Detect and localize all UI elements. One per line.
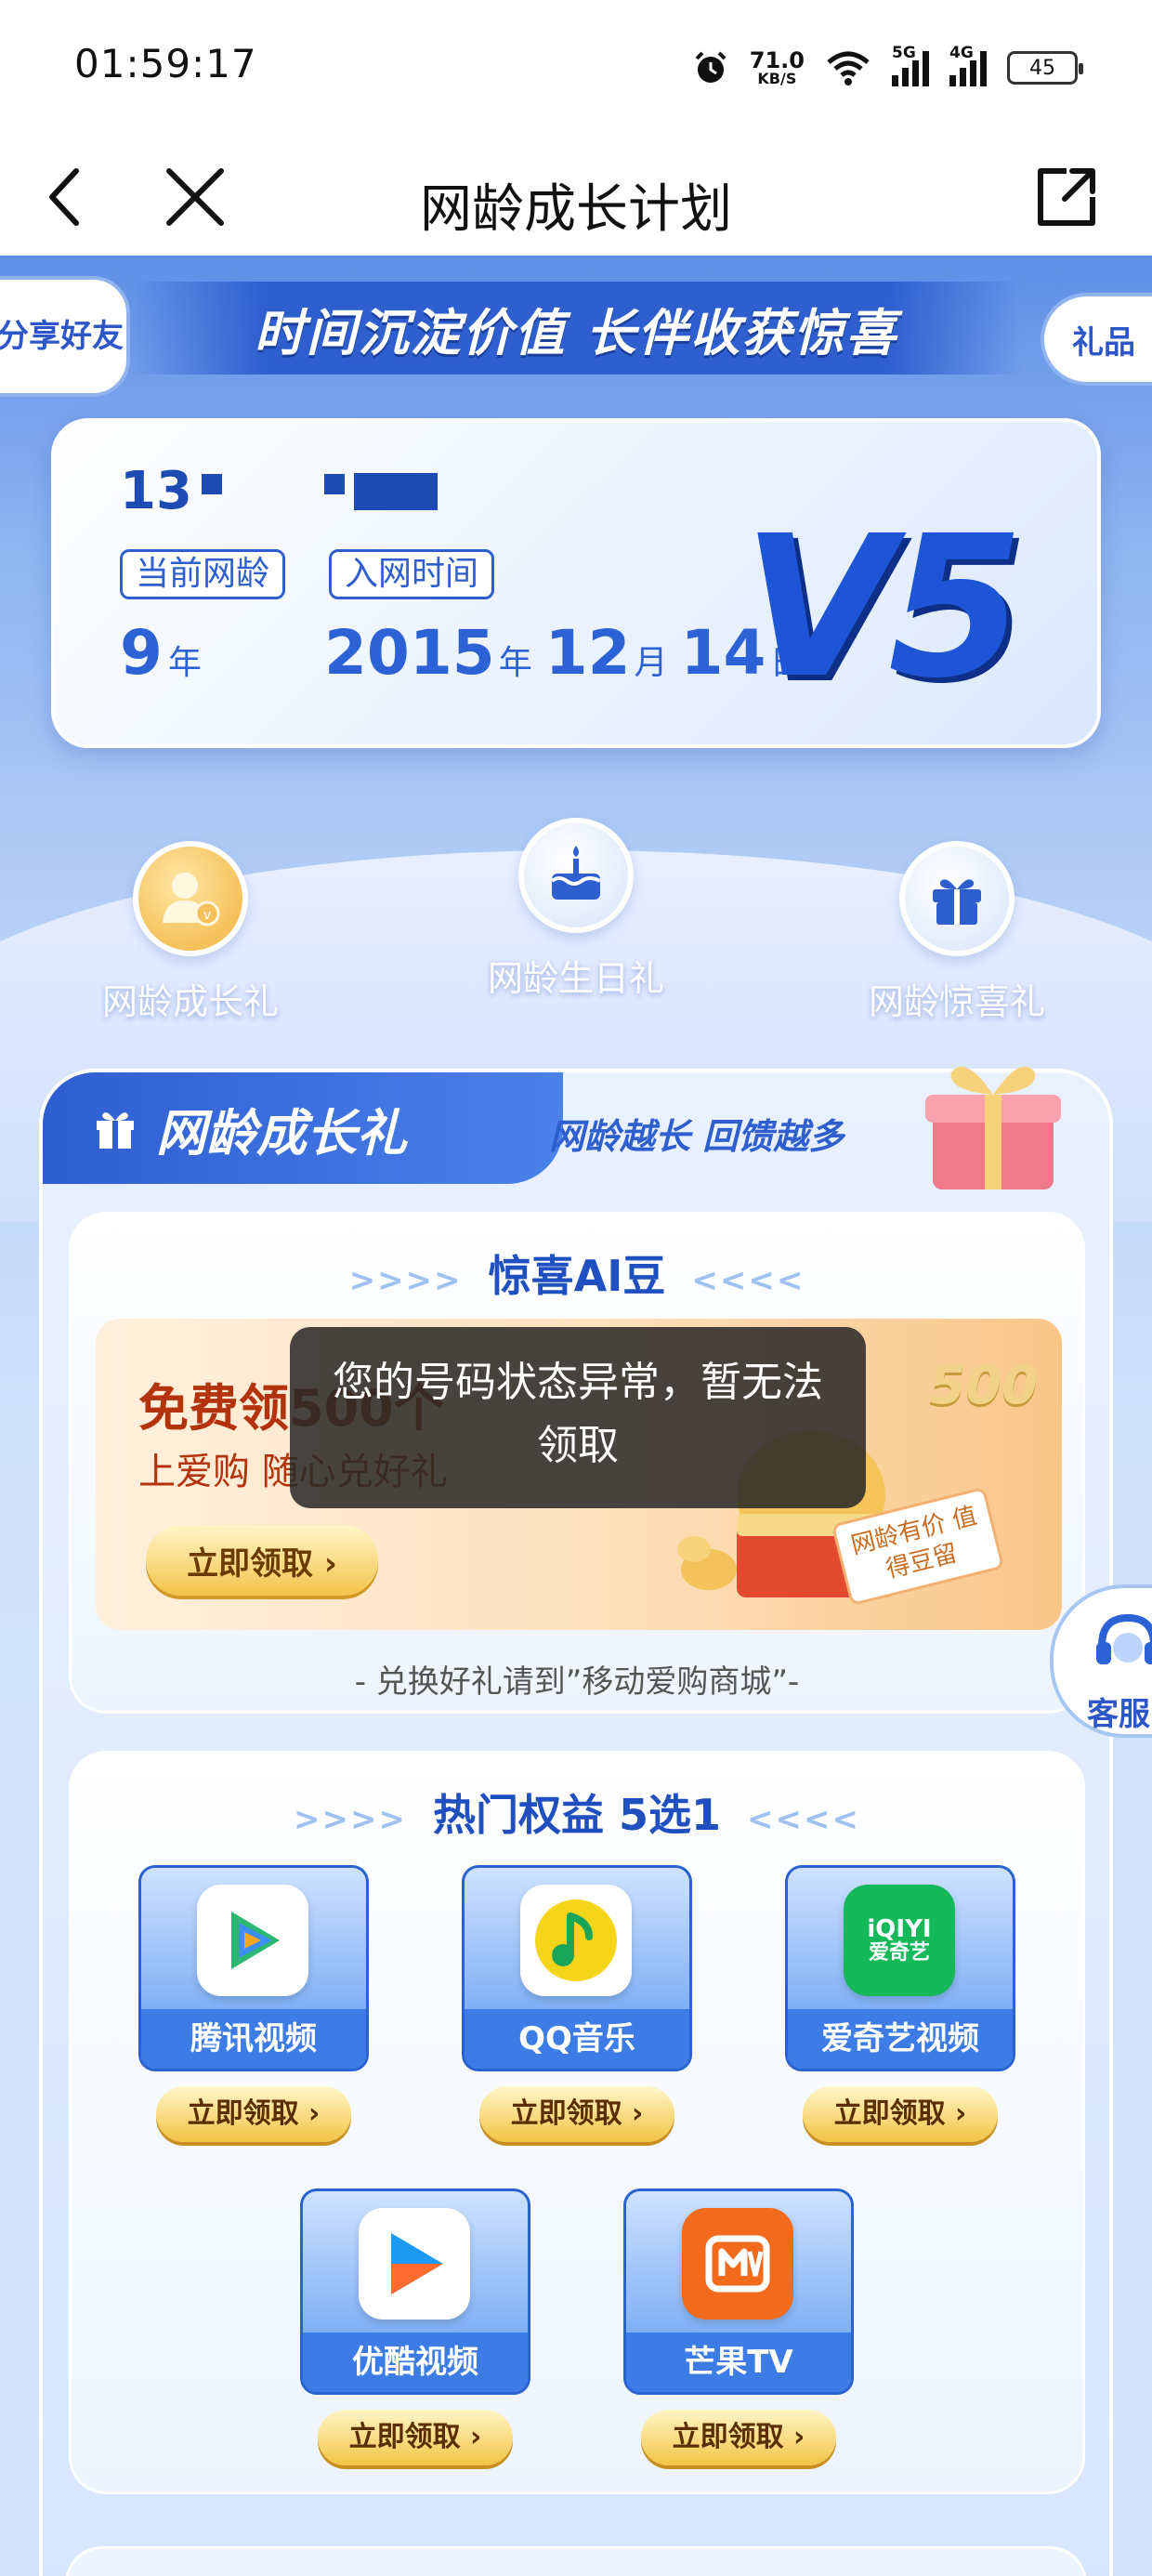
youku-icon [359,2208,470,2320]
banner-slogan: 时间沉淀价值 长伴收获惊喜 [130,282,1022,375]
page-title: 网龄成长计划 [420,179,732,240]
right-arrows: <<<< [747,1801,860,1838]
growth-gift-section: 网龄成长礼 网龄越长 回馈越多 >>>>惊喜AI豆<<<< 免费领500个 上爱… [39,1066,1113,2576]
signal-5g-icon: 5G [892,44,929,86]
iqiyi-icon: iQIYI 爱奇艺 [844,1885,955,1996]
customer-service-icon [1096,1613,1152,1664]
gift-button[interactable]: 礼品 [1041,293,1152,386]
right-name: QQ音乐 [465,2009,689,2069]
hot-rights-title: 热门权益 5选1 [432,1790,722,1840]
iqiyi-logo-sub: 爱奇艺 [868,1941,930,1965]
iqiyi-logo-text: iQIYI [867,1914,932,1943]
signal-4g-icon: 4G [949,44,987,86]
birthday-cake-icon [518,818,634,933]
gift-icon [97,1112,134,1149]
tab-birthday-label: 网龄生日礼 [487,958,664,999]
section-subtitle: 网龄越长 回馈越多 [549,1116,844,1157]
section-header: 网龄成长礼 [43,1072,563,1184]
current-age-chip: 当前网龄 [120,549,286,599]
ai-beans-title: 惊喜AI豆 [488,1251,666,1301]
mango-tv-icon [682,2208,793,2320]
right-tile: iQIYI 爱奇艺 爱奇艺视频 [785,1865,1015,2071]
join-month: 12 [544,617,631,689]
right-tencent-video[interactable]: 腾讯视频 立即领取 › [138,1865,369,2142]
hot-rights-header: >>>> 热门权益 5选1 <<<< [72,1781,1082,1843]
level-badge: V5 [742,493,1024,721]
right-tile: 芒果TV [623,2188,854,2395]
right-tile: 优酷视频 [300,2188,530,2395]
network-age-value: 9年 [120,617,202,689]
tab-surprise-label: 网龄惊喜礼 [868,981,1045,1022]
wifi-icon [827,51,870,85]
left-arrows: >>>> [294,1801,407,1838]
section-title: 网龄成长礼 [156,1103,407,1163]
net-speed-value: 71.0 [749,47,805,73]
right-name: 芒果TV [626,2333,851,2392]
age-unit: 年 [167,644,202,682]
network-age-card: 13 当前网龄 入网时间 9年 2015 年 12 月 14 日 V5 [51,418,1101,748]
status-time: 01:59:17 [74,41,257,86]
net-speed-unit: KB/S [757,70,797,87]
alarm-icon [695,51,727,83]
tab-birthday-gift[interactable]: 网龄生日礼 [437,818,715,1001]
right-mango-tv[interactable]: 芒果TV 立即领取 › [623,2188,854,2465]
growth-gift-icon: v [133,841,248,956]
phone-number: 13 [120,461,438,521]
claim-button[interactable]: 立即领取 › [803,2086,998,2142]
tab-growth-label: 网龄成长礼 [101,981,279,1022]
claim-button[interactable]: 立即领取 › [318,2410,513,2465]
join-year: 2015 [324,617,495,689]
phone-mask [323,473,345,494]
tab-surprise-gift[interactable]: 网龄惊喜礼 [818,841,1096,1024]
tab-growth-gift[interactable]: v 网龄成长礼 [51,841,330,1024]
redeem-hint: - 兑换好礼请到”移动爱购商城”- [354,1663,800,1701]
claim-button[interactable]: 立即领取 › [156,2086,351,2142]
qq-music-icon [520,1885,632,1996]
ai-beans-header: >>>> 惊喜AI豆 <<<< [72,1242,1082,1304]
status-bar: 01:59:17 71.0 KB/S 5G 4G 45 [0,0,1152,139]
battery-icon: 45 [1007,51,1083,85]
right-iqiyi-video[interactable]: iQIYI 爱奇艺 爱奇艺视频 立即领取 › [785,1865,1015,2142]
claim-button[interactable]: 立即领取 › [479,2086,674,2142]
share-icon[interactable] [1029,160,1104,234]
nav-bar: 网龄成长计划 [0,139,1152,256]
phone-mask [201,473,222,494]
hot-rights-card: >>>> 热门权益 5选1 <<<< 腾讯视频 立即领取 › QQ音乐 立即领取… [69,1751,1085,2494]
gift-icon [899,841,1015,956]
claim-beans-button[interactable]: 立即领取 › [146,1525,378,1596]
svg-text:v: v [203,908,211,923]
phone-mask [353,472,438,510]
join-time-chip: 入网时间 [329,549,495,599]
right-youku-video[interactable]: 优酷视频 立即领取 › [300,2188,530,2465]
right-qq-music[interactable]: QQ音乐 立即领取 › [462,1865,692,2142]
right-name: 优酷视频 [303,2333,528,2392]
right-name: 爱奇艺视频 [788,2009,1013,2069]
join-year-unit: 年 [498,644,532,682]
customer-service-label: 客服 [1087,1696,1150,1733]
right-tile: QQ音乐 [462,1865,692,2071]
battery-level: 45 [1029,56,1055,80]
error-toast: 您的号码状态异常，暂无法领取 [290,1327,866,1508]
next-section-card [65,2546,1087,2576]
phone-prefix: 13 [120,461,192,521]
claim-button[interactable]: 立即领取 › [641,2410,836,2465]
right-arrows: <<<< [691,1262,805,1299]
promo-500-badge: 500 [929,1356,1038,1416]
join-month-unit: 月 [634,644,668,682]
net-speed: 71.0 KB/S [750,49,805,86]
tencent-video-icon [197,1885,308,1996]
status-icons: 71.0 KB/S 5G 4G 45 [692,44,1083,91]
gift-box-icon [925,1066,1061,1189]
signal-4g-label: 4G [949,44,974,62]
signal-5g-label: 5G [892,44,916,62]
share-friends-button[interactable]: 分享好友 [0,276,130,397]
right-tile: 腾讯视频 [138,1865,369,2071]
left-arrows: >>>> [348,1262,463,1299]
age-number: 9 [120,617,163,689]
right-name: 腾讯视频 [141,2009,366,2069]
